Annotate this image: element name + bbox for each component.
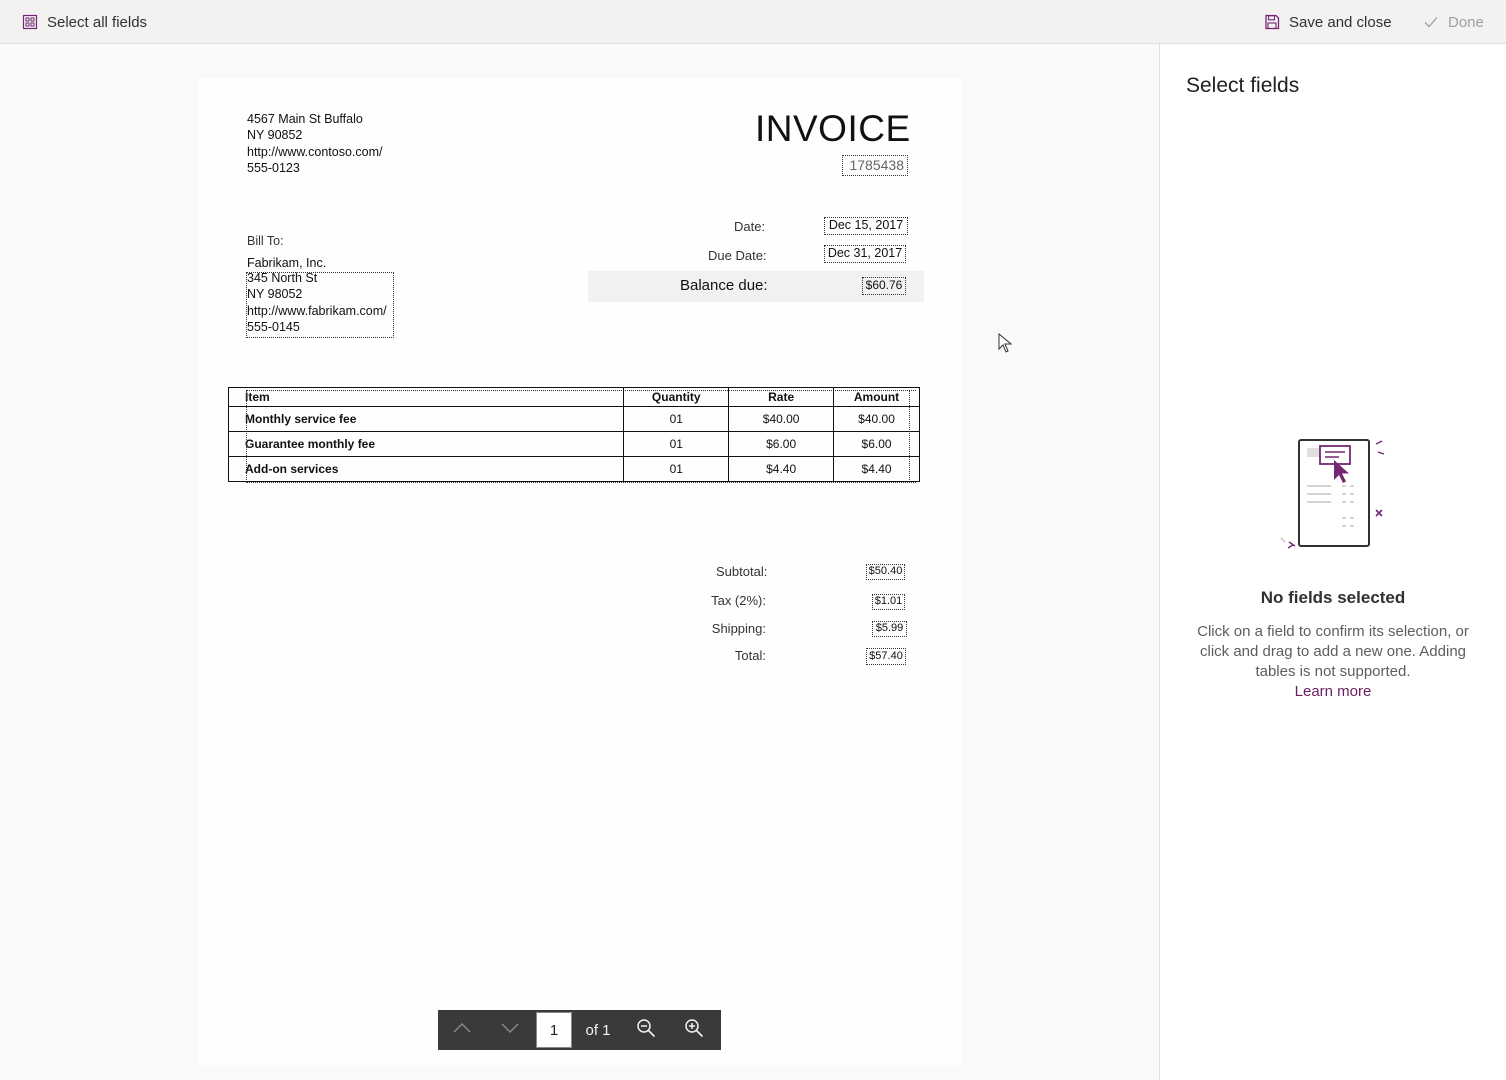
due-date-label: Due Date: xyxy=(708,248,767,263)
bill-to-street: 345 North St xyxy=(247,271,318,285)
bill-to-city: NY 98052 xyxy=(247,287,303,302)
table-cell: 01 xyxy=(623,431,730,457)
zoom-in-icon xyxy=(684,1018,704,1043)
select-fields-panel: Select fields No fields selected Click o… xyxy=(1160,44,1506,1080)
panel-title: Select fields xyxy=(1186,74,1300,97)
sender-address: 4567 Main St Buffalo NY 90852 http://www… xyxy=(247,111,382,176)
checkmark-icon xyxy=(1423,14,1439,30)
invoice-title: INVOICE xyxy=(755,108,911,149)
total-label: Total: xyxy=(734,648,766,663)
bill-to-company[interactable]: Fabrikam, Inc. xyxy=(247,255,326,271)
zoom-in-button[interactable] xyxy=(670,1010,718,1050)
table-cell: Guarantee monthly fee xyxy=(227,431,625,457)
tax-field[interactable]: $1.01 xyxy=(872,594,905,610)
table-cell: $40.00 xyxy=(728,406,835,432)
table-selection-outline xyxy=(246,482,916,484)
page-count-label: of 1 xyxy=(585,1021,611,1039)
empty-state-description: Click on a field to confirm its selectio… xyxy=(1197,623,1469,680)
table-selection-outline xyxy=(246,390,916,392)
save-and-close-label: Save and close xyxy=(1289,13,1392,31)
invoice-page: 4567 Main St Buffalo NY 90852 http://www… xyxy=(198,78,962,1067)
learn-more-link[interactable]: Learn more xyxy=(1160,683,1506,700)
sender-city[interactable]: NY 90852 xyxy=(247,127,382,143)
next-page-button[interactable] xyxy=(486,1010,534,1050)
items-table[interactable]: Item Quantity Rate Amount Monthly servic… xyxy=(227,387,920,482)
date-label: Date: xyxy=(734,219,766,234)
sender-phone[interactable]: 555-0123 xyxy=(247,160,382,176)
bill-to-address-field[interactable]: 345 North St NY 98052 http://www.fabrika… xyxy=(246,271,394,338)
empty-state-title: No fields selected xyxy=(1260,588,1406,607)
select-all-label: Select all fields xyxy=(47,13,148,31)
shipping-field[interactable]: $5.99 xyxy=(872,621,907,637)
table-cell: Monthly service fee xyxy=(227,406,625,432)
bill-to-website: http://www.fabrikam.com/ xyxy=(247,303,387,318)
done-button[interactable]: Done xyxy=(1423,0,1484,44)
tax-label: Tax (2%): xyxy=(711,593,766,608)
table-selection-outline xyxy=(909,390,911,482)
zoom-out-button[interactable] xyxy=(622,1010,670,1050)
table-cell: $6.00 xyxy=(728,431,835,457)
table-cell: 01 xyxy=(623,456,730,482)
shipping-label: Shipping: xyxy=(711,621,766,636)
mouse-pointer-icon xyxy=(998,332,1013,358)
due-date-field[interactable]: Dec 31, 2017 xyxy=(824,245,906,263)
table-cell: $4.40 xyxy=(833,456,920,482)
sender-website[interactable]: http://www.contoso.com/ xyxy=(247,144,382,160)
balance-due-label: Balance due: xyxy=(680,277,768,294)
page-number-input[interactable]: 1 xyxy=(536,1012,572,1048)
table-row: Monthly service fee 01 $40.00 $40.00 xyxy=(227,406,920,432)
table-row: Guarantee monthly fee 01 $6.00 $6.00 xyxy=(227,431,920,457)
table-cell: $6.00 xyxy=(833,431,920,457)
table-selection-outline xyxy=(246,390,248,482)
save-and-close-button[interactable]: Save and close xyxy=(1264,0,1392,44)
chevron-up-icon xyxy=(453,1021,471,1039)
previous-page-button[interactable] xyxy=(438,1010,486,1050)
date-field[interactable]: Dec 15, 2017 xyxy=(824,217,908,235)
bill-to-label: Bill To: xyxy=(247,234,284,248)
document-illustration xyxy=(1278,438,1388,563)
table-cell: Add-on services xyxy=(227,456,625,482)
done-label: Done xyxy=(1448,13,1484,31)
save-icon xyxy=(1264,14,1280,30)
sender-street[interactable]: 4567 Main St Buffalo xyxy=(247,111,382,127)
bill-to-phone: 555-0145 xyxy=(247,319,300,334)
subtotal-label: Subtotal: xyxy=(716,564,768,579)
balance-due-field[interactable]: $60.76 xyxy=(862,277,906,295)
table-cell: $40.00 xyxy=(833,406,920,432)
total-field[interactable]: $57.40 xyxy=(866,648,906,665)
select-all-icon xyxy=(22,14,38,30)
zoom-out-icon xyxy=(636,1018,656,1043)
table-cell: 01 xyxy=(623,406,730,432)
table-cell: $4.40 xyxy=(728,456,835,482)
select-all-fields-button[interactable]: Select all fields xyxy=(22,0,147,44)
page-navigation-bar: 1 of 1 xyxy=(438,1010,721,1050)
table-row: Add-on services 01 $4.40 $4.40 xyxy=(227,456,920,482)
command-bar: Select all fields Save and close Done xyxy=(0,0,1506,44)
subtotal-field[interactable]: $50.40 xyxy=(866,564,905,580)
chevron-down-icon xyxy=(501,1021,519,1039)
invoice-number-field[interactable]: 1785438 xyxy=(842,155,908,176)
